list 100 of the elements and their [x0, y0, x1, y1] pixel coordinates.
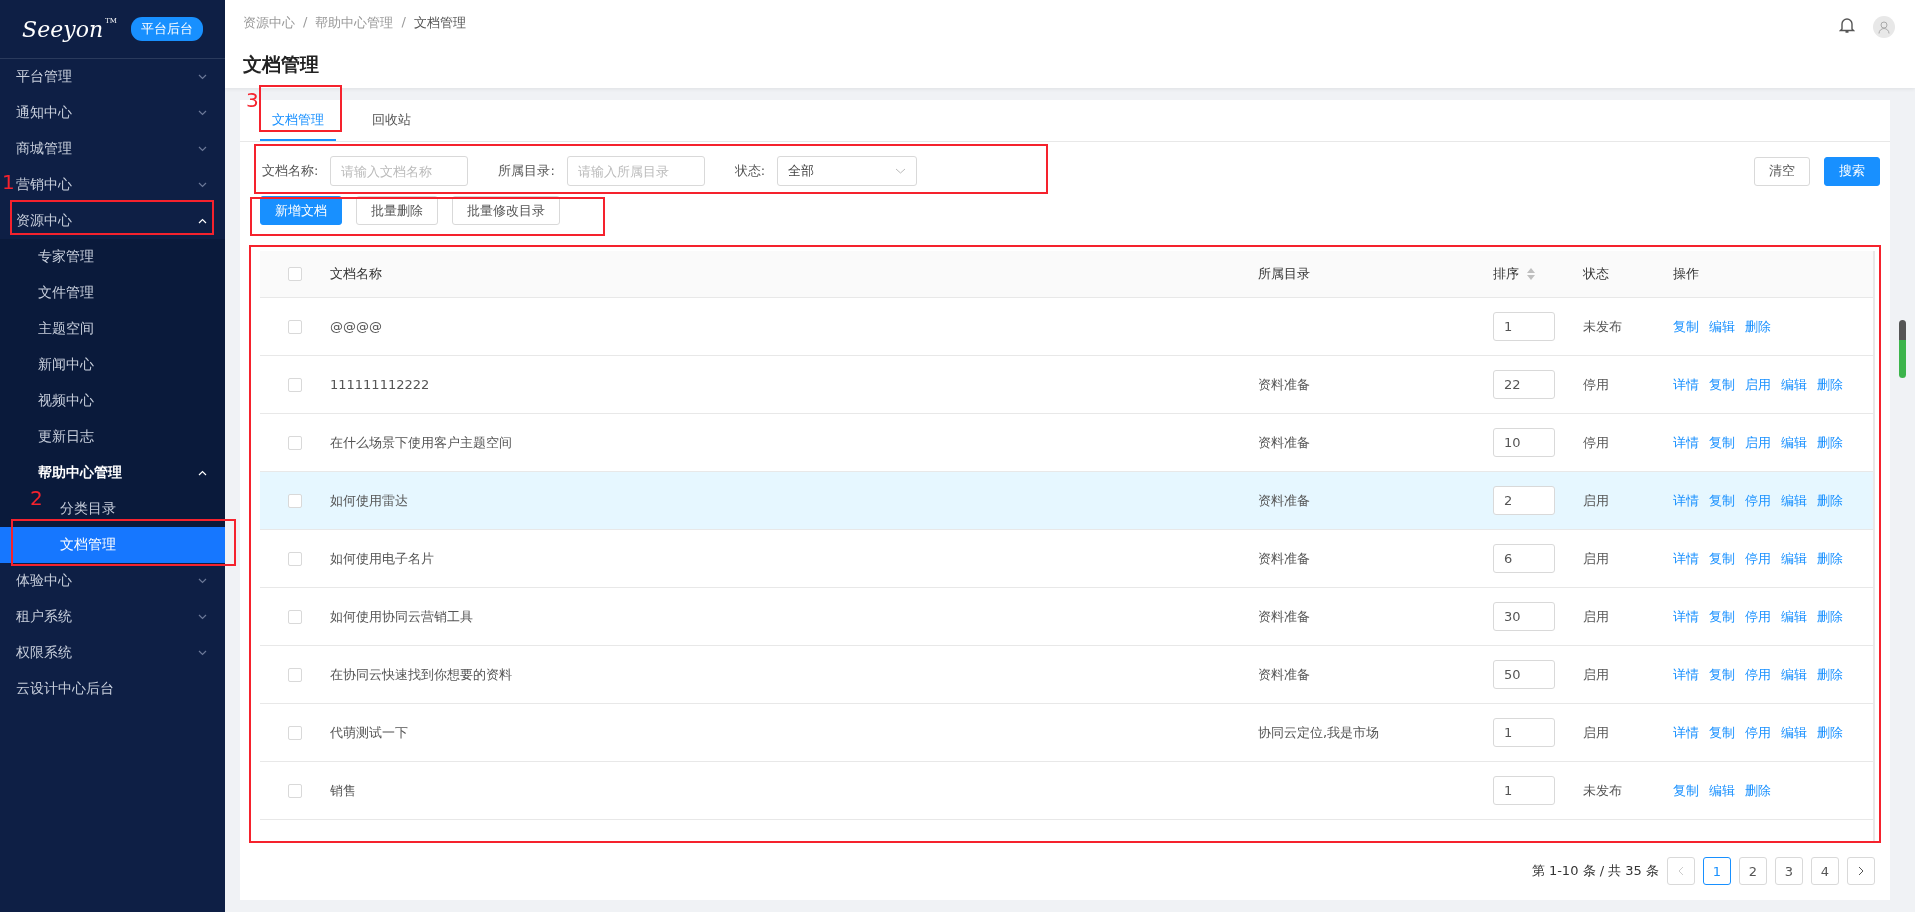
action-link[interactable]: 复制	[1709, 491, 1735, 510]
avatar[interactable]	[1873, 16, 1895, 38]
action-link[interactable]: 删除	[1817, 607, 1843, 626]
action-link[interactable]: 停用	[1745, 491, 1771, 510]
clear-button[interactable]: 清空	[1754, 156, 1810, 186]
checkbox[interactable]	[288, 267, 302, 281]
action-link[interactable]: 删除	[1817, 433, 1843, 452]
scrollbar-thumb[interactable]	[1899, 320, 1906, 378]
action-link[interactable]: 删除	[1817, 491, 1843, 510]
menu-item[interactable]: 主题空间	[38, 320, 94, 338]
action-link[interactable]: 编辑	[1781, 549, 1807, 568]
action-link[interactable]: 详情	[1673, 665, 1699, 684]
sort-icon[interactable]	[1527, 268, 1535, 280]
action-link[interactable]: 详情	[1673, 607, 1699, 626]
menu-item[interactable]: 通知中心	[16, 104, 72, 122]
menu-item[interactable]: 专家管理	[38, 248, 94, 266]
checkbox[interactable]	[288, 377, 302, 392]
sort-input[interactable]: 1	[1493, 312, 1555, 341]
menu-item[interactable]: 体验中心	[16, 572, 72, 590]
checkbox[interactable]	[288, 319, 302, 334]
action-link[interactable]: 复制	[1709, 433, 1735, 452]
checkbox[interactable]	[288, 667, 302, 682]
action-link[interactable]: 复制	[1709, 549, 1735, 568]
action-link[interactable]: 删除	[1817, 375, 1843, 394]
menu-item[interactable]: 资源中心	[16, 212, 72, 230]
action-link[interactable]: 复制	[1709, 375, 1735, 394]
action-link[interactable]: 停用	[1745, 723, 1771, 742]
sort-input[interactable]: 2	[1493, 486, 1555, 515]
action-link[interactable]: 停用	[1745, 549, 1771, 568]
checkbox[interactable]	[288, 435, 302, 450]
action-link[interactable]: 启用	[1745, 433, 1771, 452]
search-button[interactable]: 搜索	[1824, 156, 1880, 186]
sort-input[interactable]: 22	[1493, 370, 1555, 399]
sort-input[interactable]: 1	[1493, 776, 1555, 805]
action-link[interactable]: 删除	[1817, 665, 1843, 684]
action-link[interactable]: 编辑	[1781, 433, 1807, 452]
sort-input[interactable]: 30	[1493, 602, 1555, 631]
tab[interactable]: 回收站	[360, 111, 423, 141]
bell-icon[interactable]	[1839, 16, 1855, 34]
action-link[interactable]: 编辑	[1709, 781, 1735, 800]
menu-item[interactable]: 帮助中心管理	[38, 464, 122, 482]
sort-input[interactable]: 6	[1493, 544, 1555, 573]
action-link[interactable]: 复制	[1673, 781, 1699, 800]
tab[interactable]: 文档管理	[260, 111, 336, 141]
input-field[interactable]: 请输入文档名称	[330, 156, 469, 186]
action-link[interactable]: 详情	[1673, 491, 1699, 510]
action-link[interactable]: 删除	[1745, 781, 1771, 800]
next-page-button[interactable]	[1847, 857, 1875, 885]
menu-item[interactable]: 文档管理	[0, 527, 225, 563]
sort-input[interactable]: 10	[1493, 428, 1555, 457]
action-link[interactable]: 复制	[1673, 317, 1699, 336]
menu-item[interactable]: 商城管理	[16, 140, 72, 158]
page-button[interactable]: 4	[1811, 857, 1839, 885]
menu-item[interactable]: 权限系统	[16, 644, 72, 662]
checkbox[interactable]	[288, 609, 302, 624]
menu-item[interactable]: 租户系统	[16, 608, 72, 626]
sort-input[interactable]: 50	[1493, 660, 1555, 689]
menu-item[interactable]: 分类目录	[60, 500, 116, 518]
action-link[interactable]: 停用	[1745, 665, 1771, 684]
page-button[interactable]: 3	[1775, 857, 1803, 885]
checkbox[interactable]	[288, 725, 302, 740]
action-link[interactable]: 复制	[1709, 607, 1735, 626]
menu-item[interactable]: 更新日志	[38, 428, 94, 446]
action-link[interactable]: 删除	[1817, 723, 1843, 742]
action-link[interactable]: 编辑	[1781, 723, 1807, 742]
action-button[interactable]: 批量删除	[356, 196, 438, 225]
checkbox[interactable]	[288, 783, 302, 798]
menu-item[interactable]: 新闻中心	[38, 356, 94, 374]
breadcrumb-item[interactable]: 文档管理	[413, 14, 466, 32]
page-button[interactable]: 2	[1739, 857, 1767, 885]
action-link[interactable]: 详情	[1673, 549, 1699, 568]
breadcrumb-item[interactable]: 资源中心	[243, 14, 295, 32]
action-link[interactable]: 详情	[1673, 723, 1699, 742]
action-link[interactable]: 复制	[1709, 665, 1735, 684]
action-link[interactable]: 详情	[1673, 433, 1699, 452]
action-link[interactable]: 编辑	[1709, 317, 1735, 336]
action-link[interactable]: 删除	[1745, 317, 1771, 336]
prev-page-button[interactable]	[1667, 857, 1695, 885]
action-link[interactable]: 停用	[1745, 607, 1771, 626]
action-link[interactable]: 编辑	[1781, 607, 1807, 626]
action-button[interactable]: 批量修改目录	[452, 196, 560, 225]
menu-item[interactable]: 云设计中心后台	[16, 680, 114, 698]
action-link[interactable]: 删除	[1817, 549, 1843, 568]
action-link[interactable]: 编辑	[1781, 665, 1807, 684]
menu-item[interactable]: 文件管理	[38, 284, 94, 302]
action-link[interactable]: 复制	[1709, 723, 1735, 742]
status-select[interactable]: 全部	[777, 156, 918, 186]
action-link[interactable]: 启用	[1745, 375, 1771, 394]
action-link[interactable]: 详情	[1673, 375, 1699, 394]
action-button[interactable]: 新增文档	[260, 196, 342, 225]
breadcrumb-item[interactable]: 帮助中心管理	[315, 14, 394, 32]
checkbox[interactable]	[288, 551, 302, 566]
page-button[interactable]: 1	[1703, 857, 1731, 885]
input-field[interactable]: 请输入所属目录	[566, 156, 705, 186]
menu-item[interactable]: 营销中心	[16, 176, 72, 194]
menu-item[interactable]: 视频中心	[38, 392, 94, 410]
sort-input[interactable]: 1	[1493, 718, 1555, 747]
action-link[interactable]: 编辑	[1781, 375, 1807, 394]
checkbox[interactable]	[288, 493, 302, 508]
menu-item[interactable]: 平台管理	[16, 68, 72, 86]
